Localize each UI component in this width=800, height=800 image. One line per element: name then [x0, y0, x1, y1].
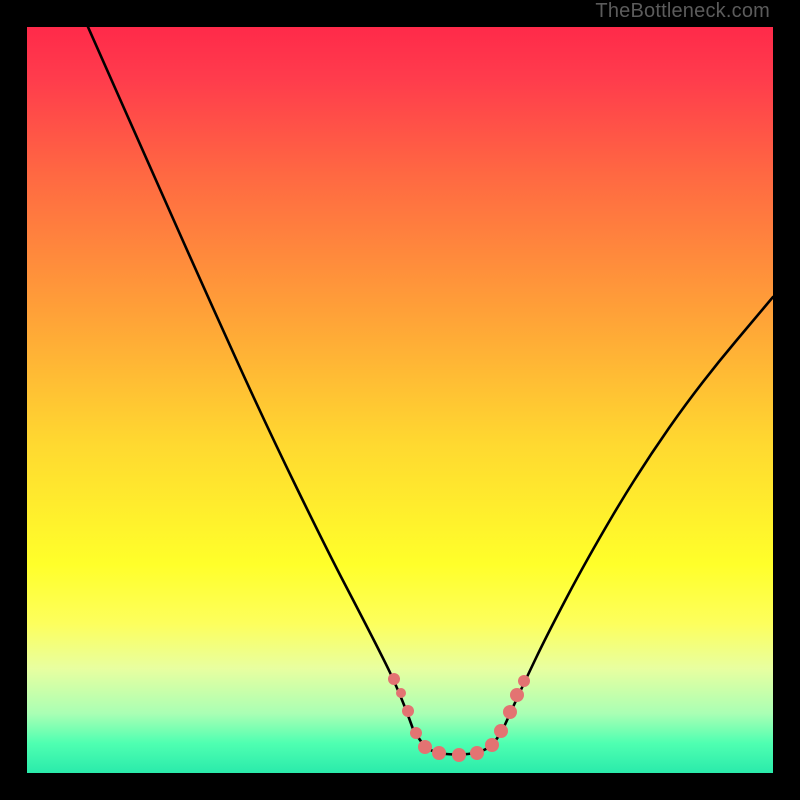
chart-svg	[27, 27, 773, 773]
marker-dot	[432, 746, 446, 760]
marker-dot	[518, 675, 530, 687]
curve-left	[88, 27, 413, 729]
chart-plot-area	[27, 27, 773, 773]
marker-dot	[396, 688, 406, 698]
marker-dot	[402, 705, 414, 717]
marker-dot	[494, 724, 508, 738]
marker-dot	[388, 673, 400, 685]
marker-dot	[510, 688, 524, 702]
curve-right	[503, 297, 773, 729]
watermark-text: TheBottleneck.com	[595, 0, 770, 23]
marker-dot	[410, 727, 422, 739]
marker-dot	[418, 740, 432, 754]
marker-dot	[452, 748, 466, 762]
marker-dot	[503, 705, 517, 719]
marker-dot	[470, 746, 484, 760]
marker-dot	[485, 738, 499, 752]
